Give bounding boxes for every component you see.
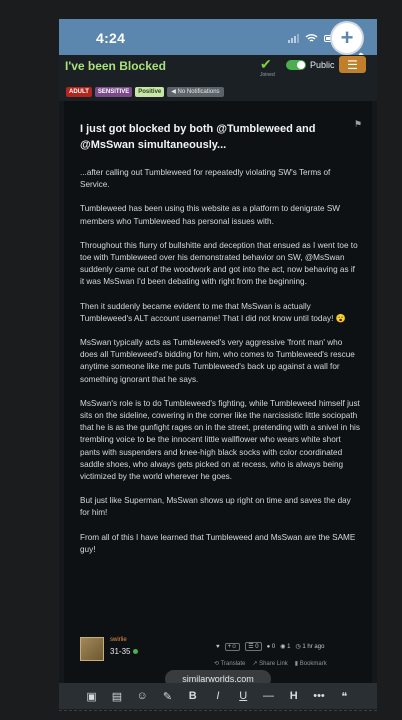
phone-screen: 4:24 + I've been Blocked ✔ Joined Public… bbox=[59, 19, 377, 709]
online-status-icon bbox=[133, 649, 139, 654]
post-paragraph: ...after calling out Tumbleweed for repe… bbox=[80, 168, 331, 190]
post-paragraph: MsSwan's role is to do Tumbleweed's figh… bbox=[80, 398, 360, 482]
signal-icon bbox=[288, 33, 299, 43]
tag-adult[interactable]: ADULT bbox=[66, 87, 92, 97]
wifi-icon bbox=[305, 34, 318, 42]
post-time: ◷ 1 hr ago bbox=[295, 644, 325, 650]
post-paragraph: MsSwan typically acts as Tumbleweed's ve… bbox=[80, 338, 355, 384]
tag-list: ADULT SENSITIVE Positive ◀ No Notificati… bbox=[66, 87, 224, 97]
italic-icon[interactable]: I bbox=[207, 688, 229, 704]
public-toggle[interactable] bbox=[286, 60, 306, 70]
author-age-label: 31-35 bbox=[110, 647, 131, 656]
page-title: I've been Blocked bbox=[65, 59, 166, 73]
no-notifications-button[interactable]: ◀ No Notifications bbox=[167, 87, 224, 97]
quote-icon[interactable]: ❝ bbox=[333, 688, 355, 704]
avatar[interactable] bbox=[80, 637, 104, 661]
public-label: Public bbox=[310, 60, 335, 70]
joined-label: Joined bbox=[260, 72, 275, 78]
post-body: ...after calling out Tumbleweed for repe… bbox=[80, 167, 360, 568]
tag-positive[interactable]: Positive bbox=[135, 87, 165, 97]
post-card: ⚑ I just got blocked by both @Tumbleweed… bbox=[64, 101, 372, 686]
flag-icon[interactable]: ⚑ bbox=[354, 119, 362, 130]
joined-check-icon[interactable]: ✔ bbox=[260, 56, 272, 73]
share-label: Share Link bbox=[259, 661, 288, 667]
author-username[interactable]: swirlie bbox=[110, 637, 127, 643]
bold-icon[interactable]: B bbox=[182, 688, 204, 704]
likes-count: 0 bbox=[255, 644, 259, 650]
zoom-in-icon[interactable]: + bbox=[332, 23, 362, 53]
post-header: I've been Blocked ✔ Joined Public ☰ ADUL… bbox=[59, 55, 377, 101]
bookmark-label: Bookmark bbox=[299, 661, 327, 667]
more-icon[interactable]: ••• bbox=[308, 688, 330, 704]
author-age: 31-35 bbox=[110, 647, 139, 656]
post-headline: I just got blocked by both @Tumbleweed a… bbox=[80, 123, 316, 151]
comment-count[interactable]: ● 0 bbox=[267, 644, 276, 650]
bookmark-link[interactable]: ▮ Bookmark bbox=[295, 660, 327, 667]
hamburger-icon[interactable]: ☰ bbox=[339, 56, 366, 73]
post-time-label: 1 hr ago bbox=[302, 644, 325, 650]
status-bar: 4:24 + bbox=[59, 19, 377, 55]
post-actions: ⟲ Translate ↗ Share Link ▮ Bookmark bbox=[214, 660, 327, 667]
post-paragraph: Then it suddenly became evident to me th… bbox=[80, 301, 346, 323]
screenshot: 4:24 + I've been Blocked ✔ Joined Public… bbox=[0, 0, 402, 720]
status-time: 4:24 bbox=[96, 30, 126, 46]
post-paragraph: But just like Superman, MsSwan shows up … bbox=[80, 496, 351, 518]
translate-link[interactable]: ⟲ Translate bbox=[214, 660, 245, 667]
translate-label: Translate bbox=[220, 661, 246, 667]
post-paragraph: Tumbleweed has been using this website a… bbox=[80, 204, 341, 226]
emoji-icon[interactable]: ☺ bbox=[131, 688, 153, 704]
status-icons bbox=[288, 33, 337, 43]
underline-icon[interactable]: U bbox=[232, 688, 254, 704]
views-count: 1 bbox=[287, 644, 291, 650]
post-paragraph: From all of this I have learned that Tum… bbox=[80, 532, 356, 554]
divider bbox=[59, 710, 377, 711]
strike-icon[interactable]: — bbox=[257, 688, 279, 704]
share-link[interactable]: ↗ Share Link bbox=[252, 660, 287, 667]
heading-icon[interactable]: H bbox=[283, 688, 305, 704]
image-icon[interactable]: ▣ bbox=[81, 688, 103, 704]
list-count[interactable]: ☰ 0 bbox=[245, 642, 262, 651]
no-notifications-label: No Notifications bbox=[177, 89, 220, 95]
post-paragraph: Throughout this flurry of bullshitte and… bbox=[80, 240, 358, 287]
author-row: swirlie 31-35 ♥ +☺ ☰ 0 ● 0 ◉ 1 ◷ 1 hr ag… bbox=[80, 634, 360, 667]
heart-icon[interactable]: ♥ bbox=[216, 644, 220, 650]
comments-count: 0 bbox=[271, 643, 276, 650]
plus-reaction-icon[interactable]: +☺ bbox=[224, 642, 241, 651]
tag-sensitive[interactable]: SENSITIVE bbox=[94, 87, 133, 97]
post-stats: ♥ +☺ ☰ 0 ● 0 ◉ 1 ◷ 1 hr ago bbox=[216, 642, 324, 651]
video-icon[interactable]: ▤ bbox=[106, 688, 128, 704]
view-count: ◉ 1 bbox=[280, 644, 291, 650]
pen-icon[interactable]: ✎ bbox=[156, 688, 178, 704]
editor-toolbar: ▣ ▤ ☺ ✎ B I U — H ••• ❝ bbox=[59, 683, 377, 709]
